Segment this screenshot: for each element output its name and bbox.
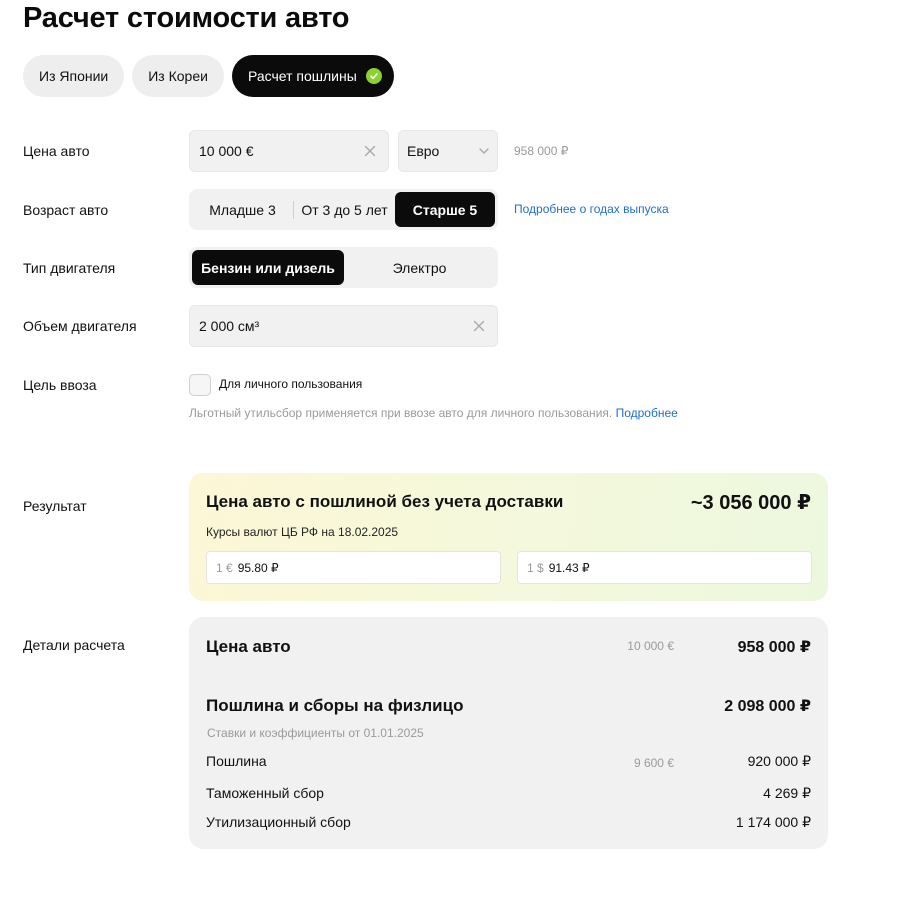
price-input[interactable]: 10 000 € (189, 130, 389, 172)
engine-type-label: Тип двигателя (23, 260, 116, 276)
currency-select[interactable]: Евро (398, 130, 498, 172)
age-details-link[interactable]: Подробнее о годах выпуска (514, 202, 669, 216)
page-title: Расчет стоимости авто (23, 2, 350, 34)
engine-type-segmented-control: Бензин или дизель Электро (189, 247, 498, 288)
personal-use-label[interactable]: Для личного пользования (219, 377, 362, 391)
engine-option-petrol-diesel[interactable]: Бензин или дизель (192, 250, 344, 285)
details-card: Цена авто 10 000 € 958 000 ₽ Пошлина и с… (189, 617, 828, 849)
engine-volume-label: Объем двигателя (23, 318, 137, 334)
tab-korea[interactable]: Из Кореи (132, 55, 224, 97)
personal-use-note-text: Льготный утильсбор применяется при ввозе… (189, 406, 613, 420)
purpose-label: Цель ввоза (23, 377, 97, 393)
customs-fee-value: 4 269 ₽ (763, 785, 811, 801)
car-price-value: 958 000 ₽ (737, 639, 811, 656)
car-price-title: Цена авто (206, 637, 291, 656)
customs-fee-label: Таможенный сбор (206, 785, 324, 801)
price-value: 10 000 € (199, 143, 254, 159)
personal-use-note: Льготный утильсбор применяется при ввозе… (189, 406, 678, 420)
engine-volume-value: 2 000 см³ (199, 318, 260, 334)
car-price-foreign: 10 000 € (627, 639, 674, 653)
source-tabs: Из Японии Из Кореи Расчет пошлины (23, 55, 394, 97)
duty-foreign: 9 600 € (633, 756, 674, 770)
euro-rate-unit: 1 € (216, 560, 233, 575)
engine-option-electric[interactable]: Электро (344, 250, 495, 285)
exchange-rates-caption: Курсы валют ЦБ РФ на 18.02.2025 (206, 525, 399, 539)
age-option-3-to-5[interactable]: От 3 до 5 лет (294, 192, 395, 227)
personal-use-checkbox[interactable] (189, 374, 211, 396)
age-label: Возраст авто (23, 202, 109, 218)
result-label: Результат (23, 498, 87, 514)
fees-caption: Ставки и коэффициенты от 01.01.2025 (207, 726, 424, 740)
close-icon[interactable] (358, 139, 382, 163)
dollar-rate-field: 1 $ 91.43 ₽ (517, 551, 812, 584)
result-total: ~3 056 000 ₽ (690, 492, 811, 514)
age-segmented-control: Младше 3 От 3 до 5 лет Старше 5 (189, 189, 498, 230)
chevron-down-icon (479, 148, 489, 154)
fees-total: 2 098 000 ₽ (724, 698, 811, 715)
tab-japan[interactable]: Из Японии (23, 55, 125, 97)
recycling-fee-value: 1 174 000 ₽ (735, 814, 811, 830)
fees-title: Пошлина и сборы на физлицо (206, 696, 464, 715)
euro-rate-field: 1 € 95.80 ₽ (206, 551, 501, 584)
result-card: Цена авто с пошлиной без учета доставки … (189, 473, 828, 601)
recycling-fee-label: Утилизационный сбор (206, 814, 351, 830)
details-label: Детали расчета (23, 637, 125, 653)
price-converted: 958 000 ₽ (514, 144, 569, 158)
duty-value: 920 000 ₽ (747, 753, 811, 769)
tab-duty-calculation[interactable]: Расчет пошлины (231, 55, 394, 97)
close-icon[interactable] (467, 314, 491, 338)
personal-use-more-link[interactable]: Подробнее (616, 406, 678, 420)
currency-value: Евро (407, 143, 440, 159)
tab-duty-calculation-label: Расчет пошлины (247, 68, 357, 84)
age-option-under-3[interactable]: Младше 3 (192, 192, 293, 227)
engine-volume-input[interactable]: 2 000 см³ (189, 305, 498, 347)
euro-rate-value: 95.80 ₽ (237, 560, 279, 575)
check-circle-icon (365, 68, 382, 84)
dollar-rate-unit: 1 $ (527, 560, 544, 575)
dollar-rate-value: 91.43 ₽ (548, 560, 590, 575)
price-label: Цена авто (23, 143, 90, 159)
result-title: Цена авто с пошлиной без учета доставки (206, 492, 564, 511)
duty-label: Пошлина (206, 753, 267, 769)
age-option-over-5[interactable]: Старше 5 (395, 192, 495, 227)
